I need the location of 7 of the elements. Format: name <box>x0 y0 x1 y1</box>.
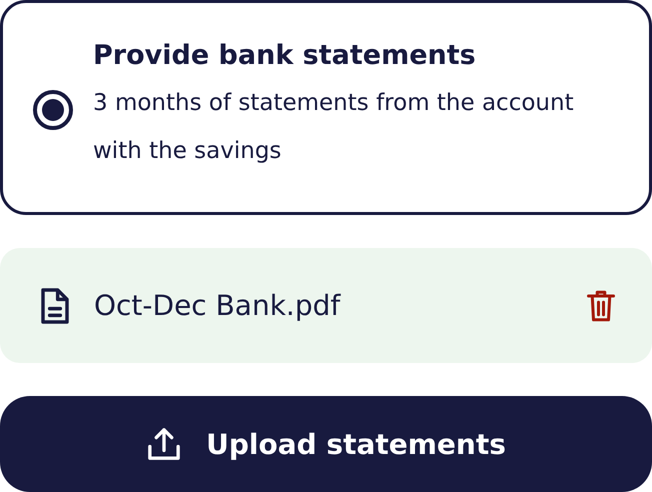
radio-button[interactable] <box>33 90 73 130</box>
option-description: 3 months of statements from the account with the savings <box>93 89 575 166</box>
option-card[interactable]: Provide bank statements 3 months of statements from the account with the savings <box>0 0 652 215</box>
option-title: Provide bank statements <box>93 40 477 71</box>
upload-button[interactable]: Upload statements <box>0 396 652 492</box>
file-name: Oct-Dec Bank.pdf <box>94 289 342 322</box>
upload-icon <box>146 426 182 462</box>
